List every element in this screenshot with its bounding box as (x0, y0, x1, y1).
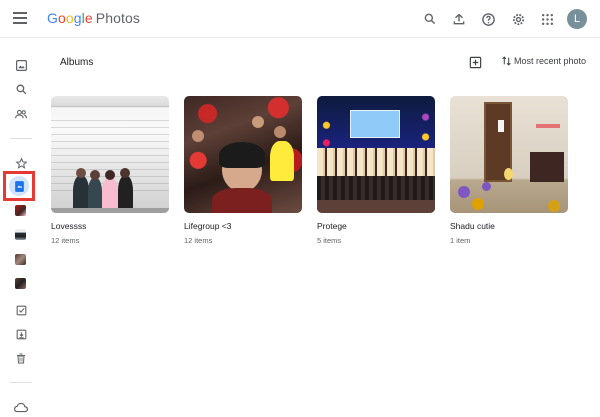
album-card[interactable]: Lifegroup <3 12 items (184, 96, 302, 245)
google-photos-logo[interactable]: Google Photos (47, 10, 140, 26)
album-title: Protege (317, 221, 347, 231)
apps-icon[interactable] (538, 10, 556, 28)
trash-icon[interactable] (11, 348, 31, 368)
album-title: Lovessss (51, 221, 87, 231)
help-icon[interactable] (479, 10, 497, 28)
menu-icon[interactable] (13, 12, 27, 24)
logo-letter: o (65, 10, 74, 26)
sidebar-divider (10, 382, 32, 383)
album-count: 5 items (317, 236, 342, 245)
album-card[interactable]: Shadu cutie 1 item (450, 96, 568, 245)
add-icon[interactable] (469, 56, 482, 69)
album-card[interactable]: Lovessss 12 items (51, 96, 169, 245)
logo-letter: o (58, 10, 66, 26)
search-icon[interactable] (11, 79, 31, 99)
album-cover[interactable] (450, 96, 568, 213)
favorites-icon[interactable] (11, 153, 31, 173)
page-title: Albums (60, 57, 94, 68)
sidebar (0, 38, 40, 417)
sort-label: Most recent photo (514, 56, 587, 66)
cloud-icon[interactable] (11, 397, 31, 417)
utilities-icon[interactable] (11, 300, 31, 320)
album-thumb-2[interactable] (15, 229, 26, 240)
sidebar-divider (10, 138, 32, 139)
album-title: Lifegroup <3 (184, 221, 232, 231)
sort-icon (502, 56, 511, 66)
logo-product-name: Photos (95, 10, 140, 26)
album-cover[interactable] (184, 96, 302, 213)
album-thumb-1[interactable] (15, 205, 26, 216)
albums-icon[interactable] (9, 176, 29, 196)
sharing-icon[interactable] (11, 104, 31, 124)
album-card[interactable]: Protege 5 items (317, 96, 435, 245)
logo-letter: e (84, 10, 93, 26)
upload-icon[interactable] (450, 10, 468, 28)
album-thumb-4[interactable] (15, 278, 26, 289)
account-avatar[interactable]: L (567, 9, 587, 29)
album-title: Shadu cutie (450, 221, 495, 231)
sort-button[interactable]: Most recent photo (502, 56, 586, 66)
album-count: 12 items (184, 236, 213, 245)
logo-letter: g (73, 10, 82, 26)
album-count: 12 items (51, 236, 80, 245)
settings-icon[interactable] (509, 10, 527, 28)
album-count: 1 item (450, 236, 471, 245)
top-app-bar: Google Photos L (0, 0, 600, 38)
photos-icon[interactable] (11, 55, 31, 75)
logo-letter: G (47, 10, 58, 26)
album-cover[interactable] (317, 96, 435, 213)
album-cover[interactable] (51, 96, 169, 213)
search-icon[interactable] (421, 10, 439, 28)
album-thumb-3[interactable] (15, 254, 26, 265)
archive-icon[interactable] (11, 324, 31, 344)
